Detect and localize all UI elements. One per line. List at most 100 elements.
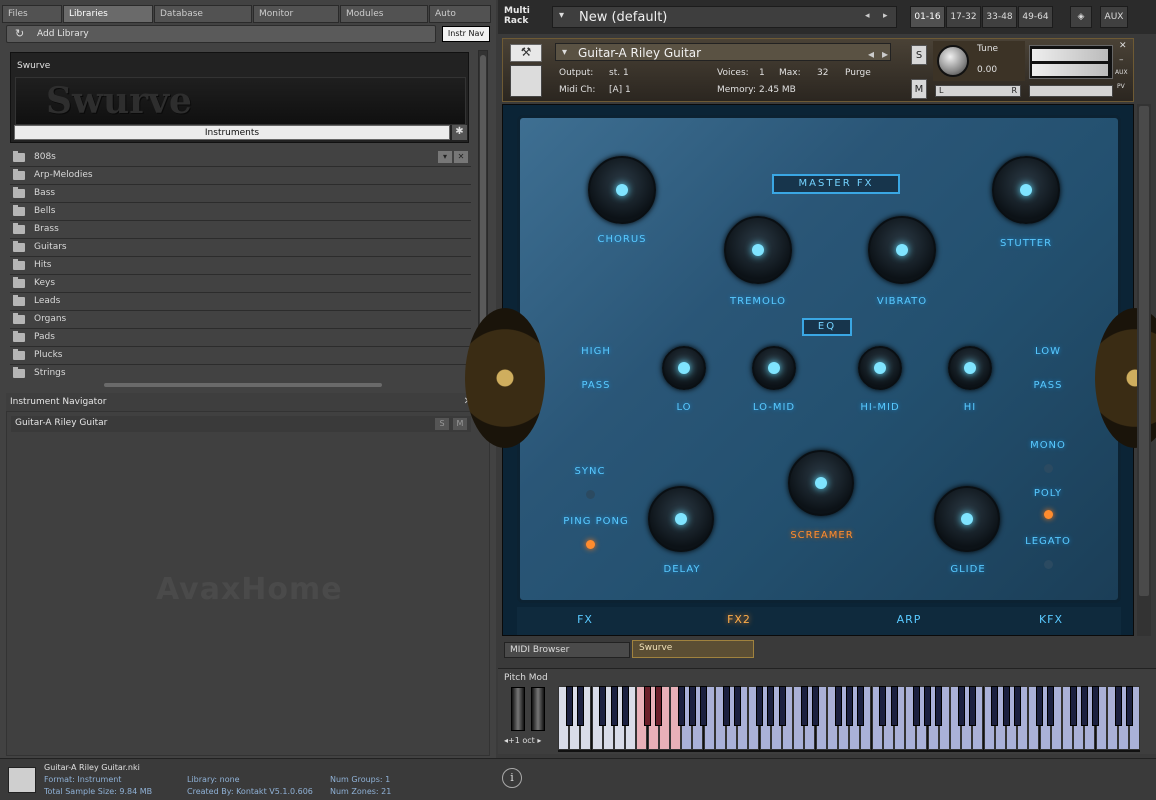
black-key[interactable]: [565, 686, 573, 726]
black-key[interactable]: [1036, 686, 1044, 726]
black-key[interactable]: [1047, 686, 1055, 726]
black-key[interactable]: [1069, 686, 1077, 726]
lo-eq-knob[interactable]: [662, 346, 706, 390]
black-key[interactable]: [856, 686, 864, 726]
black-key[interactable]: [879, 686, 887, 726]
himid-eq-knob[interactable]: [858, 346, 902, 390]
hi-eq-knob[interactable]: [948, 346, 992, 390]
aux-button[interactable]: AUX: [1100, 6, 1128, 28]
black-key[interactable]: [767, 686, 775, 726]
page-01-16-button[interactable]: 01-16: [910, 6, 945, 28]
output-value[interactable]: st. 1: [609, 68, 629, 78]
instr-nav-button[interactable]: Instr Nav: [442, 26, 490, 42]
black-key[interactable]: [812, 686, 820, 726]
octave-shift[interactable]: ◂+1 oct ▸: [504, 736, 541, 745]
folder-item[interactable]: Guitars: [10, 239, 471, 257]
black-key[interactable]: [1080, 686, 1088, 726]
black-key[interactable]: [1092, 686, 1100, 726]
max-value[interactable]: 32: [817, 68, 828, 78]
close-icon[interactable]: ✕: [1119, 41, 1127, 51]
tremolo-knob[interactable]: [724, 216, 792, 284]
page-33-48-button[interactable]: 33-48: [982, 6, 1017, 28]
tab-auto[interactable]: Auto: [429, 5, 491, 23]
horizontal-scrollbar[interactable]: [104, 383, 382, 387]
midi-browser-tab[interactable]: MIDI Browser: [504, 642, 630, 658]
black-key[interactable]: [957, 686, 965, 726]
glide-knob[interactable]: [934, 486, 1000, 552]
instruments-button[interactable]: Instruments: [14, 125, 450, 140]
folder-item[interactable]: Bass: [10, 185, 471, 203]
black-key[interactable]: [778, 686, 786, 726]
prev-icon[interactable]: ◂: [865, 11, 870, 21]
pitch-wheel[interactable]: [511, 687, 525, 731]
black-key[interactable]: [1013, 686, 1021, 726]
dropdown-icon[interactable]: ▾: [438, 151, 452, 163]
info-icon[interactable]: i: [502, 768, 522, 788]
black-key[interactable]: [924, 686, 932, 726]
solo-button[interactable]: S: [435, 418, 449, 430]
tab-modules[interactable]: Modules: [340, 5, 428, 23]
black-key[interactable]: [800, 686, 808, 726]
black-key[interactable]: [576, 686, 584, 726]
black-key[interactable]: [610, 686, 618, 726]
solo-button[interactable]: S: [911, 45, 927, 65]
tab-libraries[interactable]: Libraries: [63, 5, 153, 23]
black-key[interactable]: [991, 686, 999, 726]
folder-item[interactable]: Plucks: [10, 347, 471, 365]
midi-channel-value[interactable]: [A] 1: [609, 85, 631, 95]
black-key[interactable]: [756, 686, 764, 726]
next-icon[interactable]: ▸: [883, 11, 888, 21]
pv-toggle[interactable]: PV: [1117, 83, 1125, 90]
dropdown-icon[interactable]: ▾: [562, 47, 567, 58]
folder-item[interactable]: Organs: [10, 311, 471, 329]
folder-item[interactable]: Pads: [10, 329, 471, 347]
wrench-icon[interactable]: ⚒: [510, 44, 542, 62]
black-key[interactable]: [912, 686, 920, 726]
purge-menu[interactable]: Purge: [845, 68, 871, 78]
piano-keyboard[interactable]: [558, 686, 1141, 752]
stutter-knob[interactable]: [992, 156, 1060, 224]
pan-slider[interactable]: L R: [935, 85, 1021, 97]
swurve-tab[interactable]: Swurve: [632, 640, 754, 658]
black-key[interactable]: [722, 686, 730, 726]
page-17-32-button[interactable]: 17-32: [946, 6, 981, 28]
minimize-icon[interactable]: –: [1119, 55, 1124, 65]
close-icon[interactable]: ✕: [454, 151, 468, 163]
tab-fx2[interactable]: FX2: [699, 613, 779, 626]
rack-name-field[interactable]: ▾ New (default) ◂ ▸: [552, 6, 897, 28]
black-key[interactable]: [733, 686, 741, 726]
dropdown-icon[interactable]: ▾: [559, 10, 564, 21]
navigator-item[interactable]: Guitar-A Riley Guitar S M: [11, 416, 471, 432]
library-logo[interactable]: Swurve: [15, 77, 466, 125]
folder-item[interactable]: Strings: [10, 365, 471, 381]
black-key[interactable]: [834, 686, 842, 726]
folder-item[interactable]: Hits: [10, 257, 471, 275]
panel-scrollbar[interactable]: [1137, 104, 1151, 636]
folder-item[interactable]: 808s ▾ ✕: [10, 149, 471, 167]
mono-led[interactable]: [1044, 464, 1053, 473]
tune-knob[interactable]: [937, 45, 969, 77]
tab-database[interactable]: Database: [154, 5, 252, 23]
folder-item[interactable]: Brass: [10, 221, 471, 239]
volume-slider[interactable]: [1029, 85, 1113, 97]
tab-kfx[interactable]: KFX: [1011, 613, 1091, 626]
page-49-64-button[interactable]: 49-64: [1018, 6, 1053, 28]
aux-toggle[interactable]: AUX: [1115, 69, 1128, 76]
black-key[interactable]: [968, 686, 976, 726]
tab-arp[interactable]: ARP: [869, 613, 949, 626]
chorus-knob[interactable]: [588, 156, 656, 224]
delay-knob[interactable]: [648, 486, 714, 552]
mute-button[interactable]: M: [453, 418, 467, 430]
sync-led[interactable]: [586, 490, 595, 499]
ping-pong-led[interactable]: [586, 540, 595, 549]
black-key[interactable]: [655, 686, 663, 726]
screamer-knob[interactable]: [788, 450, 854, 516]
black-key[interactable]: [1125, 686, 1133, 726]
black-key[interactable]: [599, 686, 607, 726]
black-key[interactable]: [644, 686, 652, 726]
vibrato-knob[interactable]: [868, 216, 936, 284]
mod-wheel[interactable]: [531, 687, 545, 731]
mute-button[interactable]: M: [911, 79, 927, 99]
tab-monitor[interactable]: Monitor: [253, 5, 339, 23]
poly-led[interactable]: [1044, 510, 1053, 519]
